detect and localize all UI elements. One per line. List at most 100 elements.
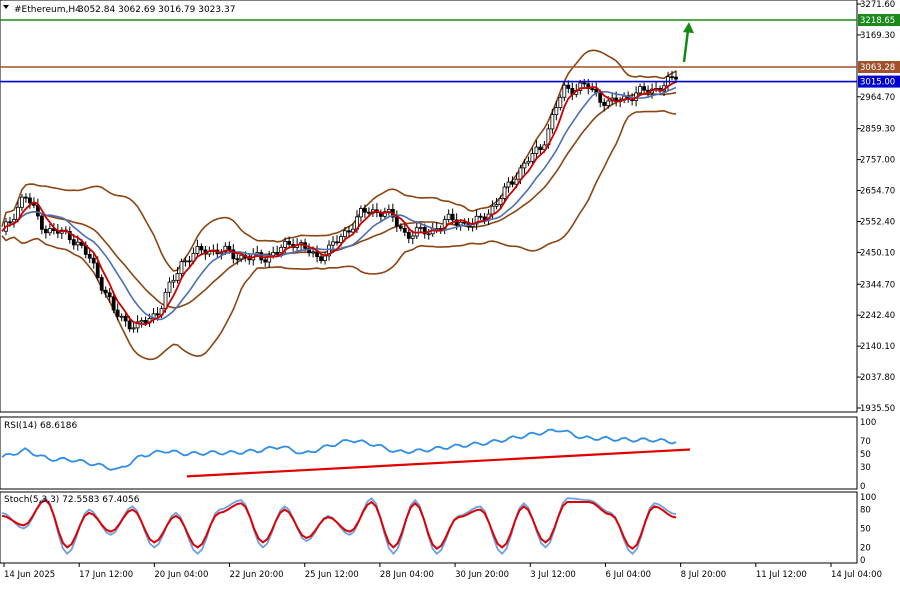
candle-body	[530, 153, 535, 162]
y-tick-label: 2037.80	[860, 373, 895, 383]
rsi-tick-label: 50	[860, 450, 871, 460]
candle-body	[195, 246, 200, 254]
candle-body	[75, 241, 80, 246]
y-tick-label: 1935.50	[860, 404, 895, 414]
candle-body	[127, 320, 132, 330]
candle-body	[402, 227, 407, 233]
stoch-label: Stoch(5,3,3) 72.5583 67.4056	[4, 495, 140, 505]
y-tick-label: 2140.10	[860, 342, 895, 352]
candle-body	[103, 289, 108, 294]
x-tick-label: 3 Jul 12:00	[530, 570, 576, 580]
candle-body	[566, 84, 571, 89]
candle-body	[171, 279, 176, 283]
candle-body	[606, 100, 611, 107]
bb-lower-line	[1, 109, 677, 361]
candle-body	[554, 107, 559, 116]
candle-body	[582, 82, 587, 85]
x-tick-label: 17 Jun 12:00	[79, 570, 133, 580]
candle-body	[91, 257, 96, 264]
candle-body	[343, 230, 347, 238]
candle-body	[47, 228, 52, 234]
candle-body	[538, 146, 543, 151]
y-tick-label: 2859.30	[860, 125, 895, 135]
axis-labels: 3271.60 3169.30 2964.70 2859.30 2757.00 2654.…	[3, 0, 895, 580]
stoch-tick-label: 50	[860, 525, 871, 535]
y-tick-label: 2654.70	[860, 187, 895, 197]
x-tick-label: 20 Jun 04:00	[154, 570, 208, 580]
rsi-trendline	[186, 448, 691, 478]
candle-body	[139, 320, 144, 323]
up-arrow-head	[683, 22, 694, 34]
candle-body	[183, 260, 188, 263]
candle-body	[28, 197, 32, 204]
candle-body	[558, 96, 563, 108]
candle-body	[311, 251, 315, 254]
candle-body	[155, 313, 160, 316]
stoch-tick-label: 20	[860, 543, 871, 553]
rsi-panel: 100 70 50 30 0	[1, 418, 876, 492]
candle-body	[526, 160, 531, 164]
rsi-tick-label: 70	[860, 437, 871, 447]
candle-body	[522, 162, 527, 169]
x-tick-label: 25 Jun 12:00	[305, 570, 359, 580]
candle-body	[446, 213, 451, 220]
rsi-line	[1, 428, 677, 471]
candle-body	[494, 204, 499, 207]
candle-body	[331, 241, 335, 246]
stoch-tick-label: 80	[860, 506, 871, 516]
y-tick-label: 2344.70	[860, 280, 895, 290]
y-tick-label: 3169.30	[860, 31, 895, 41]
candle-body	[602, 101, 607, 107]
candle-body	[502, 186, 507, 199]
candle-body	[458, 221, 463, 226]
candle-body	[410, 235, 415, 239]
price-levels: 3218.65 3063.28 3015.00	[0, 14, 900, 88]
candles	[4, 70, 678, 333]
candle-body	[12, 219, 16, 223]
x-tick-label: 28 Jun 04:00	[380, 570, 434, 580]
candle-body	[123, 315, 128, 322]
chart-root: 3218.65 3063.28 3015.00 100 70 50 30 0 100 80 50…	[0, 0, 900, 585]
rsi-panel-frame	[0, 416, 858, 490]
bb-upper-line	[1, 49, 677, 272]
candle-body	[418, 227, 423, 229]
candle-body	[562, 84, 567, 98]
menu-triangle-icon[interactable]	[3, 5, 9, 9]
candle-body	[227, 245, 232, 251]
candle-body	[167, 281, 172, 293]
candle-body	[406, 231, 411, 239]
candle-body	[638, 86, 643, 94]
candle-body	[359, 208, 363, 218]
y-tick-label: 2450.10	[860, 248, 895, 258]
candle-body	[347, 230, 351, 233]
candle-body	[115, 309, 120, 317]
candle-body	[283, 240, 288, 248]
candle-body	[550, 114, 555, 130]
up-arrow-shaft	[682, 29, 690, 63]
candle-body	[590, 88, 595, 90]
chart-svg: 3218.65 3063.28 3015.00 100 70 50 30 0 100 80 50…	[0, 0, 900, 580]
x-tick-label: 11 Jul 12:00	[756, 570, 807, 580]
candle-body	[394, 216, 399, 227]
candle-body	[43, 228, 48, 234]
candle-body	[674, 76, 678, 80]
candle-body	[24, 196, 28, 199]
candle-body	[323, 255, 327, 262]
x-tick-label: 14 Jun 2025	[4, 570, 55, 580]
rsi-tick-label: 100	[860, 418, 876, 428]
level-tag-label: 3015.00	[860, 78, 895, 88]
candle-body	[239, 254, 244, 260]
candle-body	[498, 198, 503, 205]
main-panel-frame	[0, 0, 858, 413]
x-tick-label: 22 Jun 20:00	[230, 570, 284, 580]
candle-body	[99, 277, 104, 291]
candle-body	[642, 86, 646, 91]
y-tick-label: 2964.70	[860, 93, 895, 103]
candle-body	[131, 327, 136, 330]
candle-body	[8, 221, 12, 224]
stoch-tick-label: 0	[860, 556, 865, 566]
y-tick-label: 3271.60	[860, 0, 895, 10]
candle-body	[39, 215, 44, 230]
candle-body	[87, 253, 92, 259]
x-tick-label: 14 Jul 04:00	[831, 570, 882, 580]
